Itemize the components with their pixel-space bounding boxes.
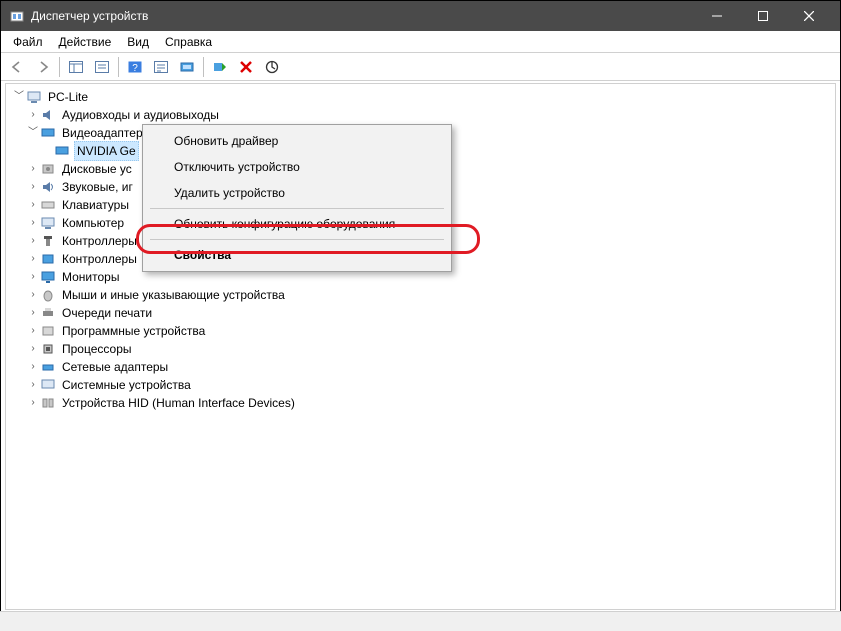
network-icon: [40, 359, 56, 375]
tree-label: Звуковые, иг: [60, 178, 135, 196]
expand-icon[interactable]: ›: [26, 106, 40, 124]
tree-item-mice[interactable]: › Мыши и иные указывающие устройства: [12, 286, 835, 304]
tree-label: Процессоры: [60, 340, 134, 358]
ctx-remove-device[interactable]: Удалить устройство: [146, 180, 448, 206]
back-button[interactable]: [5, 56, 29, 78]
tree-root[interactable]: ﹀ PC-Lite: [12, 88, 835, 106]
expand-icon[interactable]: ›: [26, 268, 40, 286]
statusbar: [0, 611, 841, 631]
ctx-refresh-hw[interactable]: Обновить конфигурацию оборудования: [146, 211, 448, 237]
usb-icon: [40, 233, 56, 249]
toolbar: ?: [1, 53, 840, 81]
menu-action[interactable]: Действие: [51, 33, 120, 51]
expand-icon[interactable]: ›: [26, 376, 40, 394]
device-tree-panel: ﹀ PC-Lite › Аудиовходы и аудиовыходы ﹀ В…: [5, 83, 836, 610]
maximize-button[interactable]: [740, 1, 786, 31]
properties-sheet-button[interactable]: [90, 56, 114, 78]
sound-icon: [40, 179, 56, 195]
ctx-separator: [150, 239, 444, 240]
display-adapter-icon: [40, 125, 56, 141]
monitor-icon: [40, 269, 56, 285]
forward-button[interactable]: [31, 56, 55, 78]
menu-help[interactable]: Справка: [157, 33, 220, 51]
ctx-separator: [150, 208, 444, 209]
tree-label-selected: NVIDIA Ge: [74, 141, 139, 161]
ctx-update-driver[interactable]: Обновить драйвер: [146, 128, 448, 154]
uninstall-device-button[interactable]: [234, 56, 258, 78]
menu-view[interactable]: Вид: [119, 33, 157, 51]
hid-icon: [40, 395, 56, 411]
collapse-icon[interactable]: ﹀: [26, 124, 40, 142]
minimize-button[interactable]: [694, 1, 740, 31]
tree-label: Дисковые ус: [60, 160, 134, 178]
software-device-icon: [40, 323, 56, 339]
ctx-properties[interactable]: Свойства: [146, 242, 448, 268]
mouse-icon: [40, 287, 56, 303]
enable-device-button[interactable]: [208, 56, 232, 78]
app-icon: [9, 8, 25, 24]
disk-icon: [40, 161, 56, 177]
toolbar-separator: [59, 57, 60, 77]
tree-item-hid[interactable]: › Устройства HID (Human Interface Device…: [12, 394, 835, 412]
cpu-icon: [40, 341, 56, 357]
tree-label: Сетевые адаптеры: [60, 358, 170, 376]
tree-label: Видеоадаптеры: [60, 124, 153, 142]
tree-item-network[interactable]: › Сетевые адаптеры: [12, 358, 835, 376]
show-hide-tree-button[interactable]: [64, 56, 88, 78]
update-driver-button[interactable]: [260, 56, 284, 78]
expand-icon[interactable]: ›: [26, 232, 40, 250]
toolbar-separator: [203, 57, 204, 77]
audio-icon: [40, 107, 56, 123]
tree-label: Программные устройства: [60, 322, 207, 340]
window-controls: [694, 1, 832, 31]
computer-icon: [26, 89, 42, 105]
computer-icon: [40, 215, 56, 231]
display-adapter-icon: [54, 143, 70, 159]
expand-icon[interactable]: ›: [26, 358, 40, 376]
expand-icon[interactable]: ›: [26, 322, 40, 340]
tree-item-audio[interactable]: › Аудиовходы и аудиовыходы: [12, 106, 835, 124]
tree-label: Мониторы: [60, 268, 121, 286]
tree-label: PC-Lite: [46, 88, 90, 106]
tree-label: Компьютер: [60, 214, 126, 232]
tree-label: Очереди печати: [60, 304, 154, 322]
keyboard-icon: [40, 197, 56, 213]
action-list-button[interactable]: [149, 56, 173, 78]
tree-label: Клавиатуры: [60, 196, 131, 214]
system-device-icon: [40, 377, 56, 393]
expand-icon[interactable]: ›: [26, 250, 40, 268]
tree-label: Системные устройства: [60, 376, 193, 394]
tree-item-software-devices[interactable]: › Программные устройства: [12, 322, 835, 340]
close-button[interactable]: [786, 1, 832, 31]
tree-label: Контроллеры: [60, 250, 139, 268]
scan-hardware-button[interactable]: [175, 56, 199, 78]
tree-item-print-queue[interactable]: › Очереди печати: [12, 304, 835, 322]
tree-label: Аудиовходы и аудиовыходы: [60, 106, 221, 124]
expand-icon[interactable]: ›: [26, 304, 40, 322]
ctx-disable-device[interactable]: Отключить устройство: [146, 154, 448, 180]
tree-label: Мыши и иные указывающие устройства: [60, 286, 287, 304]
expand-icon[interactable]: ›: [26, 160, 40, 178]
storage-controller-icon: [40, 251, 56, 267]
tree-label: Контроллеры: [60, 232, 139, 250]
titlebar: Диспетчер устройств: [1, 1, 840, 31]
expand-icon[interactable]: ›: [26, 286, 40, 304]
tree-item-processors[interactable]: › Процессоры: [12, 340, 835, 358]
expand-icon[interactable]: ›: [26, 214, 40, 232]
menubar: Файл Действие Вид Справка: [1, 31, 840, 53]
expand-icon[interactable]: ›: [26, 178, 40, 196]
window-title: Диспетчер устройств: [31, 9, 694, 23]
help-button[interactable]: ?: [123, 56, 147, 78]
expand-icon[interactable]: ›: [26, 394, 40, 412]
svg-text:?: ?: [132, 63, 138, 74]
expand-icon[interactable]: ›: [26, 340, 40, 358]
tree-label: Устройства HID (Human Interface Devices): [60, 394, 297, 412]
collapse-icon[interactable]: ﹀: [12, 88, 26, 106]
menu-file[interactable]: Файл: [5, 33, 51, 51]
tree-item-system[interactable]: › Системные устройства: [12, 376, 835, 394]
printer-icon: [40, 305, 56, 321]
context-menu: Обновить драйвер Отключить устройство Уд…: [142, 124, 452, 272]
expand-icon[interactable]: ›: [26, 196, 40, 214]
toolbar-separator: [118, 57, 119, 77]
